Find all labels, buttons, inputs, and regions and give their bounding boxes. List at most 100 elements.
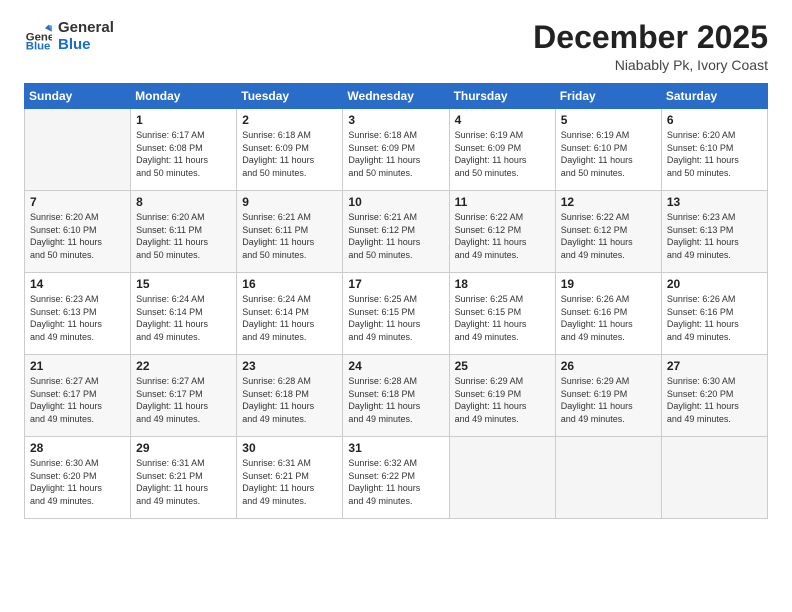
calendar-week-2: 7Sunrise: 6:20 AMSunset: 6:10 PMDaylight… — [25, 191, 768, 273]
calendar-cell: 23 Sunrise: 6:28 AMSunset: 6:18 PMDayligh… — [237, 355, 343, 437]
calendar-cell: 10Sunrise: 6:21 AMSunset: 6:12 PMDayligh… — [343, 191, 449, 273]
calendar-cell — [661, 437, 767, 519]
calendar-cell: 4 Sunrise: 6:19 AMSunset: 6:09 PMDaylight… — [449, 109, 555, 191]
calendar-week-4: 21 Sunrise: 6:27 AMSunset: 6:17 PMDayligh… — [25, 355, 768, 437]
day-info: Sunrise: 6:19 AMSunset: 6:09 PMDaylight:… — [455, 129, 550, 179]
day-number: 28 — [30, 441, 125, 455]
day-number: 3 — [348, 113, 443, 127]
calendar-cell — [449, 437, 555, 519]
day-info: Sunrise: 6:32 AMSunset: 6:22 PMDaylight:… — [348, 457, 443, 507]
day-info: Sunrise: 6:23 AMSunset: 6:13 PMDaylight:… — [30, 293, 125, 343]
month-title: December 2025 — [533, 20, 768, 55]
day-number: 7 — [30, 195, 125, 209]
day-number: 31 — [348, 441, 443, 455]
calendar-week-5: 28 Sunrise: 6:30 AMSunset: 6:20 PMDayligh… — [25, 437, 768, 519]
day-number: 21 — [30, 359, 125, 373]
day-number: 19 — [561, 277, 656, 291]
day-info: Sunrise: 6:29 AMSunset: 6:19 PMDaylight:… — [455, 375, 550, 425]
day-number: 9 — [242, 195, 337, 209]
day-info: Sunrise: 6:29 AMSunset: 6:19 PMDaylight:… — [561, 375, 656, 425]
day-info: Sunrise: 6:24 AMSunset: 6:14 PMDaylight:… — [242, 293, 337, 343]
calendar-cell — [25, 109, 131, 191]
day-number: 1 — [136, 113, 231, 127]
calendar-cell: 8Sunrise: 6:20 AMSunset: 6:11 PMDaylight… — [131, 191, 237, 273]
day-number: 11 — [455, 195, 550, 209]
calendar-cell: 24 Sunrise: 6:28 AMSunset: 6:18 PMDayligh… — [343, 355, 449, 437]
header: General Blue General Blue December 2025 … — [24, 20, 768, 73]
calendar-cell: 11 Sunrise: 6:22 AMSunset: 6:12 PMDayligh… — [449, 191, 555, 273]
calendar-cell: 14 Sunrise: 6:23 AMSunset: 6:13 PMDayligh… — [25, 273, 131, 355]
calendar-cell: 15 Sunrise: 6:24 AMSunset: 6:14 PMDayligh… — [131, 273, 237, 355]
calendar-cell: 3 Sunrise: 6:18 AMSunset: 6:09 PMDaylight… — [343, 109, 449, 191]
day-number: 30 — [242, 441, 337, 455]
calendar-cell: 13Sunrise: 6:23 AMSunset: 6:13 PMDayligh… — [661, 191, 767, 273]
calendar-cell: 27 Sunrise: 6:30 AMSunset: 6:20 PMDayligh… — [661, 355, 767, 437]
day-info: Sunrise: 6:30 AMSunset: 6:20 PMDaylight:… — [30, 457, 125, 507]
calendar: SundayMondayTuesdayWednesdayThursdayFrid… — [24, 83, 768, 519]
day-info: Sunrise: 6:20 AMSunset: 6:10 PMDaylight:… — [667, 129, 762, 179]
calendar-cell: 19Sunrise: 6:26 AMSunset: 6:16 PMDayligh… — [555, 273, 661, 355]
day-number: 8 — [136, 195, 231, 209]
day-number: 6 — [667, 113, 762, 127]
calendar-cell: 29 Sunrise: 6:31 AMSunset: 6:21 PMDayligh… — [131, 437, 237, 519]
day-info: Sunrise: 6:25 AMSunset: 6:15 PMDaylight:… — [455, 293, 550, 343]
day-info: Sunrise: 6:28 AMSunset: 6:18 PMDaylight:… — [242, 375, 337, 425]
day-info: Sunrise: 6:21 AMSunset: 6:12 PMDaylight:… — [348, 211, 443, 261]
day-info: Sunrise: 6:18 AMSunset: 6:09 PMDaylight:… — [242, 129, 337, 179]
calendar-cell: 28 Sunrise: 6:30 AMSunset: 6:20 PMDayligh… — [25, 437, 131, 519]
calendar-cell: 18 Sunrise: 6:25 AMSunset: 6:15 PMDayligh… — [449, 273, 555, 355]
calendar-cell: 20Sunrise: 6:26 AMSunset: 6:16 PMDayligh… — [661, 273, 767, 355]
day-info: Sunrise: 6:25 AMSunset: 6:15 PMDaylight:… — [348, 293, 443, 343]
day-number: 27 — [667, 359, 762, 373]
day-number: 12 — [561, 195, 656, 209]
day-info: Sunrise: 6:23 AMSunset: 6:13 PMDaylight:… — [667, 211, 762, 261]
day-number: 20 — [667, 277, 762, 291]
calendar-cell: 1 Sunrise: 6:17 AMSunset: 6:08 PMDaylight… — [131, 109, 237, 191]
day-info: Sunrise: 6:17 AMSunset: 6:08 PMDaylight:… — [136, 129, 231, 179]
day-info: Sunrise: 6:27 AMSunset: 6:17 PMDaylight:… — [30, 375, 125, 425]
calendar-cell: 5 Sunrise: 6:19 AMSunset: 6:10 PMDaylight… — [555, 109, 661, 191]
calendar-cell: 12Sunrise: 6:22 AMSunset: 6:12 PMDayligh… — [555, 191, 661, 273]
logo-icon: General Blue — [24, 23, 52, 51]
calendar-cell: 7Sunrise: 6:20 AMSunset: 6:10 PMDaylight… — [25, 191, 131, 273]
day-info: Sunrise: 6:30 AMSunset: 6:20 PMDaylight:… — [667, 375, 762, 425]
day-info: Sunrise: 6:19 AMSunset: 6:10 PMDaylight:… — [561, 129, 656, 179]
location: Niabably Pk, Ivory Coast — [533, 57, 768, 73]
logo-general: General — [58, 20, 114, 37]
calendar-cell: 17Sunrise: 6:25 AMSunset: 6:15 PMDayligh… — [343, 273, 449, 355]
calendar-header-sunday: Sunday — [25, 84, 131, 109]
day-info: Sunrise: 6:24 AMSunset: 6:14 PMDaylight:… — [136, 293, 231, 343]
calendar-cell: 21 Sunrise: 6:27 AMSunset: 6:17 PMDayligh… — [25, 355, 131, 437]
svg-text:Blue: Blue — [26, 40, 51, 51]
day-info: Sunrise: 6:18 AMSunset: 6:09 PMDaylight:… — [348, 129, 443, 179]
day-number: 25 — [455, 359, 550, 373]
day-number: 16 — [242, 277, 337, 291]
day-number: 15 — [136, 277, 231, 291]
calendar-cell: 26Sunrise: 6:29 AMSunset: 6:19 PMDayligh… — [555, 355, 661, 437]
day-info: Sunrise: 6:31 AMSunset: 6:21 PMDaylight:… — [136, 457, 231, 507]
day-info: Sunrise: 6:22 AMSunset: 6:12 PMDaylight:… — [455, 211, 550, 261]
day-number: 5 — [561, 113, 656, 127]
day-number: 14 — [30, 277, 125, 291]
day-number: 22 — [136, 359, 231, 373]
day-info: Sunrise: 6:21 AMSunset: 6:11 PMDaylight:… — [242, 211, 337, 261]
day-number: 2 — [242, 113, 337, 127]
calendar-cell: 30Sunrise: 6:31 AMSunset: 6:21 PMDayligh… — [237, 437, 343, 519]
day-info: Sunrise: 6:28 AMSunset: 6:18 PMDaylight:… — [348, 375, 443, 425]
day-number: 23 — [242, 359, 337, 373]
calendar-header-tuesday: Tuesday — [237, 84, 343, 109]
logo-blue: Blue — [58, 37, 114, 54]
calendar-cell: 31 Sunrise: 6:32 AMSunset: 6:22 PMDayligh… — [343, 437, 449, 519]
calendar-header-saturday: Saturday — [661, 84, 767, 109]
calendar-header-friday: Friday — [555, 84, 661, 109]
calendar-cell — [555, 437, 661, 519]
page: General Blue General Blue December 2025 … — [0, 0, 792, 612]
calendar-cell: 6 Sunrise: 6:20 AMSunset: 6:10 PMDaylight… — [661, 109, 767, 191]
calendar-header-row: SundayMondayTuesdayWednesdayThursdayFrid… — [25, 84, 768, 109]
day-info: Sunrise: 6:27 AMSunset: 6:17 PMDaylight:… — [136, 375, 231, 425]
day-number: 24 — [348, 359, 443, 373]
day-number: 18 — [455, 277, 550, 291]
day-number: 4 — [455, 113, 550, 127]
logo-text: General Blue — [58, 20, 114, 53]
day-number: 29 — [136, 441, 231, 455]
